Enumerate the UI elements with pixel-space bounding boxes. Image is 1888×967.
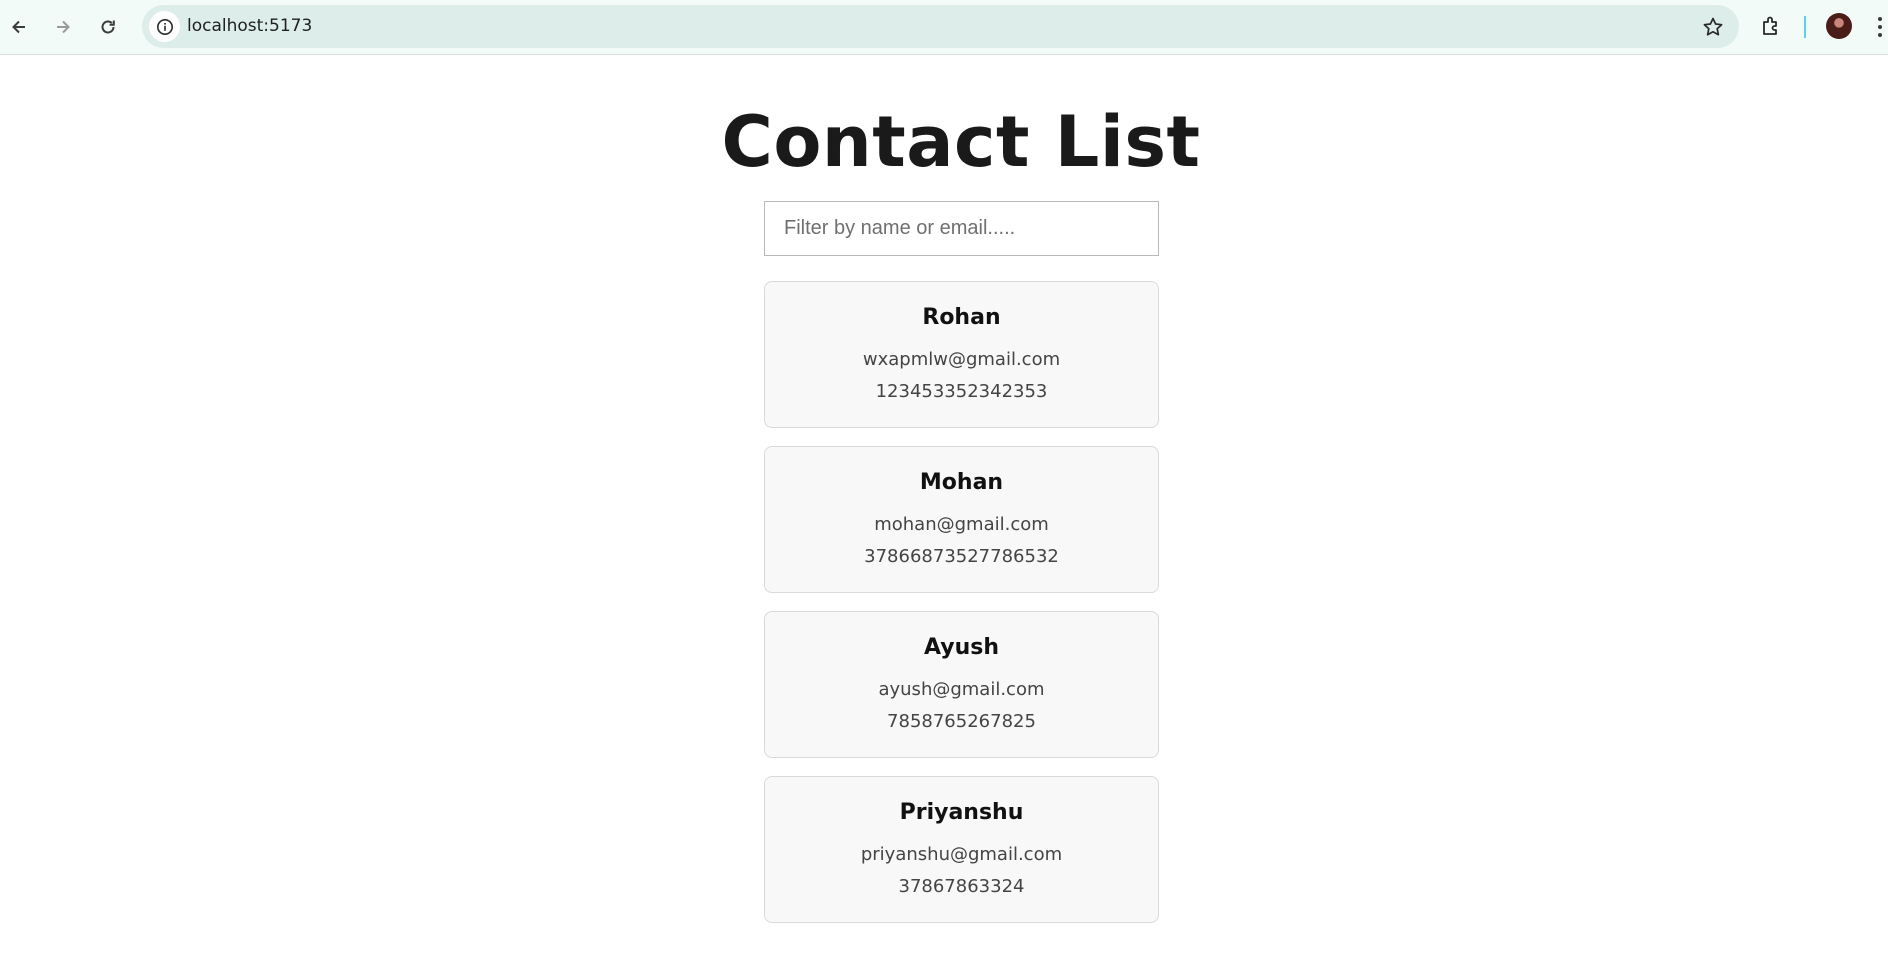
- back-icon: [12, 20, 25, 34]
- back-button[interactable]: [0, 8, 38, 46]
- reload-icon: [101, 20, 115, 34]
- menu-button[interactable]: [1872, 12, 1888, 42]
- contact-card[interactable]: Ayush ayush@gmail.com 7858765267825: [764, 611, 1159, 758]
- contact-list: Rohan wxapmlw@gmail.com 123453352342353 …: [764, 281, 1159, 941]
- page-content: Contact List Rohan wxapmlw@gmail.com 123…: [0, 56, 1888, 967]
- contact-email: wxapmlw@gmail.com: [862, 349, 1061, 370]
- contact-email: priyanshu@gmail.com: [860, 844, 1063, 865]
- contact-email: ayush@gmail.com: [878, 679, 1045, 700]
- forward-icon: [57, 20, 70, 34]
- page-title: Contact List: [721, 101, 1201, 183]
- bookmark-button[interactable]: [1701, 15, 1725, 39]
- contact-name: Ayush: [923, 635, 999, 660]
- contact-card[interactable]: Priyanshu priyanshu@gmail.com 3786786332…: [764, 776, 1159, 923]
- menu-dot: [1878, 25, 1882, 29]
- site-info-icon: [156, 18, 173, 35]
- url-text[interactable]: localhost:5173: [187, 5, 312, 48]
- address-bar[interactable]: localhost:5173: [142, 5, 1739, 48]
- contact-phone: 37867863324: [898, 876, 1025, 897]
- forward-button[interactable]: [44, 8, 82, 46]
- toolbar-divider: [1804, 16, 1806, 38]
- contact-name: Rohan: [922, 305, 1001, 330]
- contact-card[interactable]: Mohan mohan@gmail.com 37866873527786532: [764, 446, 1159, 593]
- extensions-button[interactable]: [1756, 10, 1788, 42]
- filter-input[interactable]: [764, 201, 1159, 256]
- reload-button[interactable]: [89, 8, 127, 46]
- contact-email: mohan@gmail.com: [874, 514, 1049, 535]
- bookmark-star-icon: [1703, 17, 1723, 36]
- menu-dot: [1878, 33, 1882, 37]
- profile-avatar[interactable]: [1826, 13, 1852, 39]
- site-info-button[interactable]: [149, 11, 180, 42]
- contact-name: Mohan: [919, 470, 1004, 495]
- contact-name: Priyanshu: [899, 800, 1024, 825]
- contact-phone: 123453352342353: [875, 381, 1048, 402]
- contact-card[interactable]: Rohan wxapmlw@gmail.com 123453352342353: [764, 281, 1159, 428]
- extensions-icon: [1763, 16, 1777, 35]
- browser-toolbar: localhost:5173: [0, 0, 1888, 55]
- contact-phone: 37866873527786532: [864, 546, 1059, 567]
- contact-phone: 7858765267825: [887, 711, 1036, 732]
- menu-dot: [1878, 17, 1882, 21]
